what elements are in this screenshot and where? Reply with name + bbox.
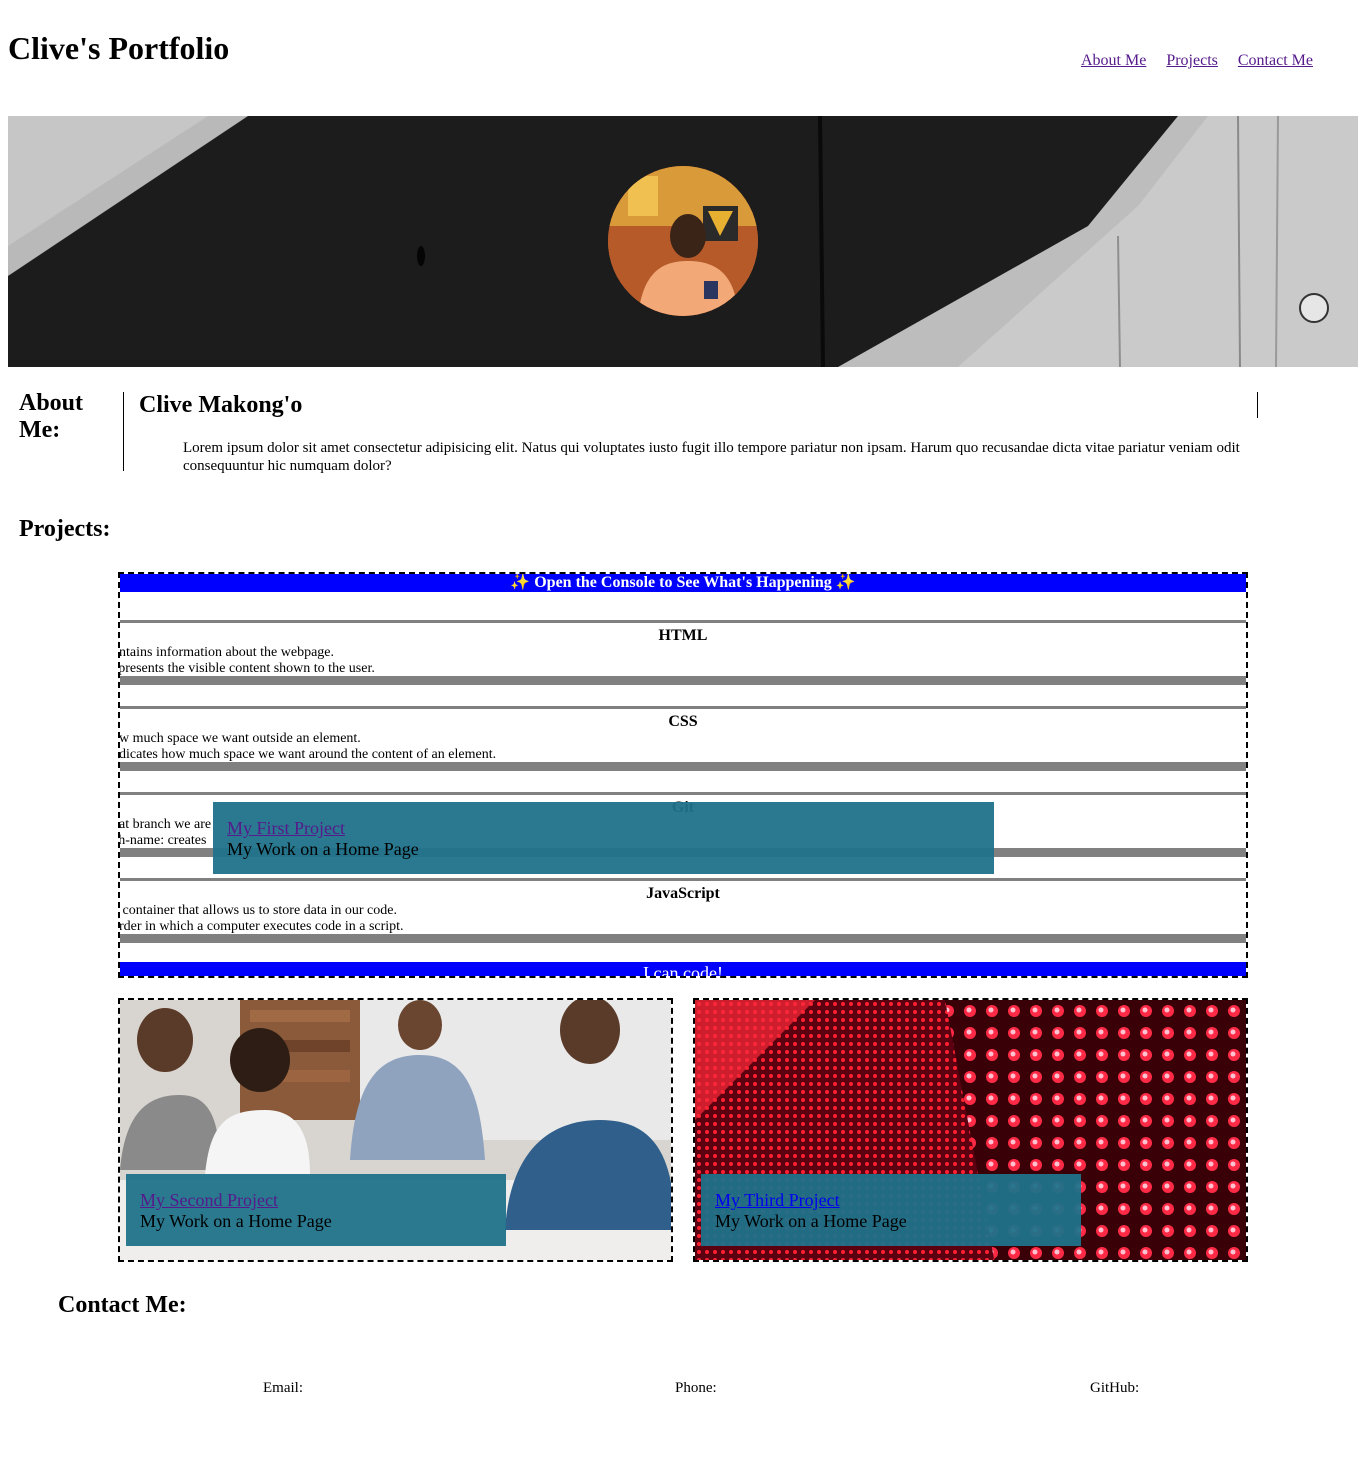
project-card-first: ✨ Open the Console to See What's Happeni… [118, 572, 1248, 978]
topic-divider [120, 676, 1246, 685]
project-overlay: My First Project My Work on a Home Page [213, 802, 994, 874]
project-subtitle: My Work on a Home Page [227, 839, 419, 859]
project-card-second: My Second Project My Work on a Home Page [118, 998, 673, 1262]
project-subtitle: My Work on a Home Page [715, 1211, 907, 1231]
console-banner: ✨ Open the Console to See What's Happeni… [120, 574, 1246, 592]
contact-email-label: Email: [263, 1380, 303, 1396]
topic-line: order in which a computer executes code … [118, 919, 404, 934]
topic-css: CSS ow much space we want outside an ele… [120, 706, 1246, 771]
project-subtitle: My Work on a Home Page [140, 1211, 332, 1231]
about-text: Lorem ipsum dolor sit amet consectetur a… [183, 440, 1240, 474]
topic-title: JavaScript [646, 885, 720, 902]
topic-line: ch-name: creates [118, 833, 207, 848]
hero-banner [8, 116, 1358, 367]
contact-phone-label: Phone: [675, 1380, 717, 1396]
main-nav: About Me Projects Contact Me [1081, 52, 1313, 70]
topic-line: d container that allows us to store data… [118, 903, 397, 918]
project-link-second[interactable]: My Second Project [140, 1190, 492, 1210]
about-name: Clive Makong'o [139, 392, 303, 418]
nav-link-about-me[interactable]: About Me [1081, 52, 1146, 70]
code-banner: I can code! [120, 962, 1246, 976]
topic-line: ow much space we want outside an element… [118, 731, 361, 746]
about-divider [123, 392, 124, 471]
contact-heading: Contact Me: [58, 1292, 187, 1318]
topic-divider [120, 934, 1246, 943]
topic-line: ndicates how much space we want around t… [118, 747, 497, 762]
about-heading: About Me: [19, 390, 84, 443]
project-card-third: My Third Project My Work on a Home Page [693, 998, 1248, 1262]
contact-github-label: GitHub: [1090, 1380, 1140, 1396]
topic-html: HTML ontains information about the webpa… [120, 620, 1246, 685]
project-link-first[interactable]: My First Project [227, 818, 980, 838]
topic-javascript: JavaScript d container that allows us to… [120, 878, 1246, 943]
profile-photo [608, 166, 758, 316]
topic-line: epresents the visible content shown to t… [118, 661, 375, 676]
about-divider-right [1257, 392, 1258, 418]
topic-line: nat branch we are [118, 817, 212, 832]
nav-link-projects[interactable]: Projects [1166, 52, 1218, 70]
projects-heading: Projects: [19, 516, 111, 542]
project-overlay: My Second Project My Work on a Home Page [126, 1174, 506, 1246]
nav-link-contact-me[interactable]: Contact Me [1238, 52, 1313, 70]
project-overlay: My Third Project My Work on a Home Page [701, 1174, 1081, 1246]
site-title: Clive's Portfolio [8, 30, 230, 66]
topic-title: HTML [658, 627, 708, 644]
topic-line: ontains information about the webpage. [118, 645, 334, 660]
topic-divider [120, 762, 1246, 771]
topic-title: CSS [668, 713, 698, 730]
project-link-third[interactable]: My Third Project [715, 1190, 1067, 1210]
